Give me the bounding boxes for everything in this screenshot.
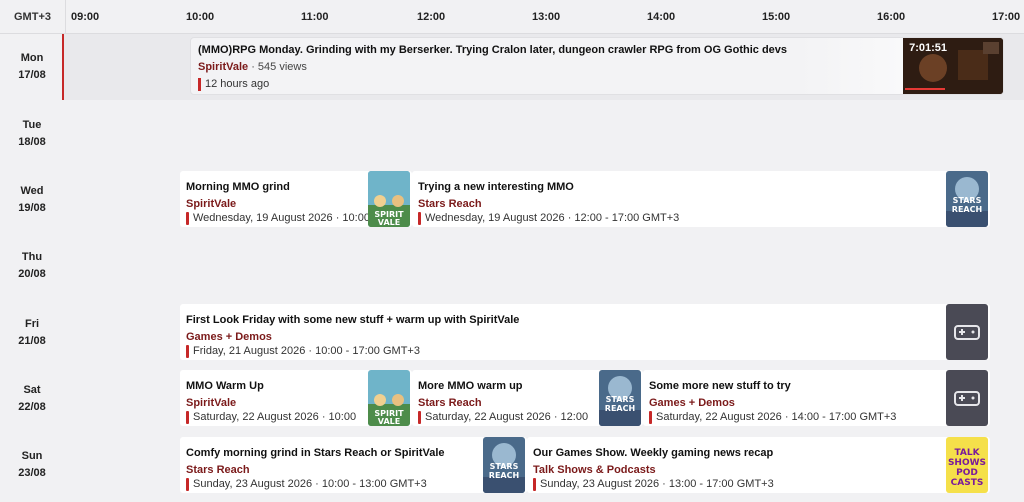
- hour-label: 13:00: [532, 11, 561, 23]
- timezone-label: GMT+3: [0, 0, 66, 34]
- event-time: Friday, 21 August 2026 · 10:00 - 17:00 G…: [186, 344, 420, 359]
- schedule-event-card[interactable]: Trying a new interesting MMO Stars Reach…: [412, 171, 990, 227]
- event-category[interactable]: Stars Reach: [186, 464, 250, 476]
- schedule-event-card[interactable]: Some more new stuff to try Games + Demos…: [643, 370, 990, 426]
- hour-label: 15:00: [762, 11, 791, 23]
- event-time: Wednesday, 19 August 2026 · 12:00 - 17:0…: [418, 211, 679, 226]
- event-time: Wednesday, 19 August 2026 · 10:00: [186, 211, 370, 226]
- event-category[interactable]: Games + Demos: [186, 331, 272, 343]
- event-category[interactable]: Stars Reach: [418, 397, 482, 409]
- past-broadcast-card[interactable]: (MMO)RPG Monday. Grinding with my Berser…: [190, 37, 1004, 95]
- vod-channel[interactable]: SpiritVale: [198, 61, 248, 73]
- day-label-mon: Mon 17/08: [18, 52, 46, 81]
- timeline-header: GMT+3 09:00 10:00 11:00 12:00 13:00 14:0…: [0, 0, 1024, 34]
- vod-age: 12 hours ago: [198, 77, 269, 92]
- event-category[interactable]: Games + Demos: [649, 397, 735, 409]
- hour-label: 09:00: [71, 11, 100, 23]
- day-label-thu: Thu 20/08: [18, 251, 46, 280]
- day-label-fri: Fri 21/08: [18, 318, 46, 347]
- svg-text:VALE: VALE: [378, 417, 400, 426]
- spiritvale-thumbnail: SPIRIT VALE: [368, 171, 410, 227]
- event-time: Sunday, 23 August 2026 · 10:00 - 13:00 G…: [186, 477, 427, 492]
- day-label-wed: Wed 19/08: [18, 185, 46, 214]
- event-title: Morning MMO grind: [186, 181, 290, 193]
- starsreach-thumbnail: STARS REACH: [599, 370, 641, 426]
- schedule-event-card[interactable]: First Look Friday with some new stuff + …: [180, 304, 990, 360]
- schedule-event-card[interactable]: Comfy morning grind in Stars Reach or Sp…: [180, 437, 527, 493]
- gamepad-icon: [946, 304, 988, 360]
- schedule-event-card[interactable]: MMO Warm Up SpiritVale Saturday, 22 Augu…: [180, 370, 412, 426]
- svg-text:STARS: STARS: [490, 462, 519, 471]
- event-category[interactable]: Stars Reach: [418, 198, 482, 210]
- event-time: Saturday, 22 August 2026 · 14:00 - 17:00…: [649, 410, 896, 425]
- hour-label: 16:00: [877, 11, 906, 23]
- vod-title: (MMO)RPG Monday. Grinding with my Berser…: [198, 44, 788, 56]
- day-label-sat: Sat 22/08: [18, 384, 46, 413]
- event-category[interactable]: SpiritVale: [186, 198, 236, 210]
- schedule-event-card[interactable]: Morning MMO grind SpiritVale Wednesday, …: [180, 171, 412, 227]
- hour-label: 14:00: [647, 11, 676, 23]
- svg-text:TALK: TALK: [954, 448, 980, 458]
- svg-text:STARS: STARS: [953, 196, 982, 205]
- event-category[interactable]: SpiritVale: [186, 397, 236, 409]
- gamepad-icon: [946, 370, 988, 426]
- event-title: First Look Friday with some new stuff + …: [186, 314, 520, 326]
- spiritvale-thumbnail: SPIRIT VALE: [368, 370, 410, 426]
- event-title: Comfy morning grind in Stars Reach or Sp…: [186, 447, 445, 459]
- svg-text:REACH: REACH: [489, 471, 519, 480]
- svg-text:STARS: STARS: [606, 395, 635, 404]
- event-time: Saturday, 22 August 2026 · 10:00: [186, 410, 356, 425]
- day-label-sun: Sun 23/08: [18, 450, 46, 479]
- event-title: Some more new stuff to try: [649, 380, 791, 392]
- vod-duration: 7:01:51: [909, 42, 947, 54]
- event-category[interactable]: Talk Shows & Podcasts: [533, 464, 656, 476]
- svg-text:REACH: REACH: [605, 404, 635, 413]
- starsreach-thumbnail: STARS REACH: [946, 171, 988, 227]
- event-title: Our Games Show. Weekly gaming news recap: [533, 447, 774, 459]
- vod-views: · 545 views: [248, 61, 307, 73]
- event-time: Saturday, 22 August 2026 · 12:00: [418, 410, 588, 425]
- day-label-tue: Tue 18/08: [18, 119, 46, 148]
- event-title: Trying a new interesting MMO: [418, 181, 574, 193]
- hour-label: 10:00: [186, 11, 215, 23]
- event-title: MMO Warm Up: [186, 380, 264, 392]
- event-title: More MMO warm up: [418, 380, 523, 392]
- schedule-event-card[interactable]: Our Games Show. Weekly gaming news recap…: [527, 437, 990, 493]
- event-time: Sunday, 23 August 2026 · 13:00 - 17:00 G…: [533, 477, 774, 492]
- svg-text:SHOWS: SHOWS: [948, 458, 986, 468]
- starsreach-thumbnail: STARS REACH: [483, 437, 525, 493]
- hour-label: 11:00: [301, 11, 329, 23]
- svg-text:REACH: REACH: [952, 205, 982, 214]
- talkshows-thumbnail: TALK SHOWS POD CASTS: [946, 437, 988, 493]
- svg-text:VALE: VALE: [378, 218, 400, 227]
- schedule-event-card[interactable]: More MMO warm up Stars Reach Saturday, 2…: [412, 370, 643, 426]
- hour-label: 12:00: [417, 11, 446, 23]
- svg-text:CASTS: CASTS: [951, 478, 984, 488]
- hour-label: 17:00: [992, 11, 1021, 23]
- svg-text:POD: POD: [956, 468, 978, 478]
